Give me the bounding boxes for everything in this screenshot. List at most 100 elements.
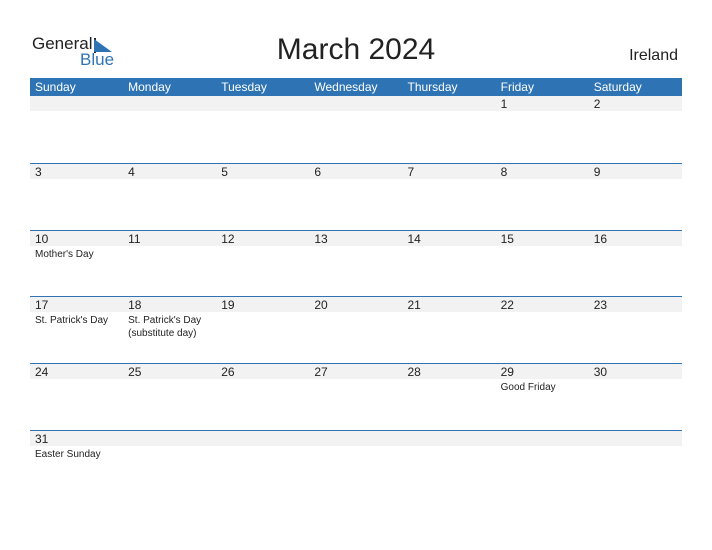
day-number: 9 xyxy=(593,164,601,179)
calendar-grid: 1 2 3 4 5 6 7 8 9 10 Mother's Day 11 12 13 14 15 16 17 St.… xyxy=(30,96,682,497)
day-number: 24 xyxy=(35,365,49,380)
day-number: 1 xyxy=(500,97,508,111)
holiday-label: St. Patrick's Day (substitute day) xyxy=(128,314,201,340)
week-row: 17 St. Patrick's Day 18 St. Patrick's Day (s… xyxy=(30,296,682,363)
day-cell: 3 xyxy=(30,164,123,230)
day-number: 16 xyxy=(593,231,608,246)
day-number: 29 xyxy=(500,365,514,380)
weekday-sunday: Sunday xyxy=(35,80,76,94)
day-number: 31 xyxy=(35,431,49,446)
day-cell: 2 xyxy=(589,96,682,163)
weekday-thursday: Thursday xyxy=(407,80,458,94)
day-cell xyxy=(309,431,402,497)
day-cell: 9 xyxy=(589,164,682,230)
day-cell: 8 xyxy=(496,164,589,230)
day-number: 4 xyxy=(128,164,135,179)
day-number: 3 xyxy=(35,164,42,179)
weekday-monday: Monday xyxy=(128,80,171,94)
holiday-name: Mother's Day xyxy=(35,248,94,260)
week-row: 3 4 5 6 7 8 9 xyxy=(30,162,682,230)
week-row: 10 Mother's Day 11 12 13 14 15 16 xyxy=(30,229,682,297)
day-cell: 13 xyxy=(309,231,402,297)
holiday-label: St. Patrick's Day xyxy=(35,314,108,327)
holiday-name: Good Friday xyxy=(500,382,556,394)
day-cell: 25 xyxy=(123,364,216,430)
day-number: 5 xyxy=(221,164,228,179)
day-number: 26 xyxy=(221,365,235,380)
holiday-note: (substitute day) xyxy=(128,328,197,340)
day-cell xyxy=(30,96,123,163)
day-number: 21 xyxy=(407,298,421,313)
day-number: 8 xyxy=(500,164,508,179)
day-number: 30 xyxy=(593,365,608,380)
day-cell xyxy=(216,431,309,497)
country-label: Ireland xyxy=(629,47,678,64)
day-cell: 20 xyxy=(309,297,402,363)
day-cell xyxy=(589,431,682,497)
day-cell: 1 xyxy=(496,96,589,163)
day-cell: 12 xyxy=(216,231,309,297)
day-number: 13 xyxy=(314,231,328,246)
week-row: 12 xyxy=(30,96,682,163)
day-number: 27 xyxy=(314,365,328,380)
day-number: 19 xyxy=(221,298,235,313)
day-cell: 18 St. Patrick's Day (substitute day) xyxy=(123,297,216,363)
day-number: 18 xyxy=(128,298,142,313)
day-number: 23 xyxy=(593,298,608,313)
day-number: 17 xyxy=(35,298,49,313)
day-cell: 7 xyxy=(403,164,496,230)
holiday-label: Mother's Day xyxy=(35,248,94,261)
weekday-friday: Friday xyxy=(500,80,534,94)
holiday-label: Good Friday xyxy=(501,381,556,394)
day-cell: 24 xyxy=(30,364,123,430)
day-cell: 22 xyxy=(496,297,589,363)
week-row: 24 25 26 27 28 29 Good Friday 30 xyxy=(30,363,682,430)
day-cell: 27 xyxy=(309,364,402,430)
day-cell xyxy=(496,431,589,497)
day-cell: 5 xyxy=(216,164,309,230)
day-cell: 23 xyxy=(589,297,682,363)
day-cell xyxy=(403,431,496,497)
day-number: 6 xyxy=(314,164,322,179)
day-cell: 11 xyxy=(123,231,216,297)
week-row: 31 Easter Sunday xyxy=(30,429,682,497)
day-cell xyxy=(216,96,309,163)
day-cell: 26 xyxy=(216,364,309,430)
day-cell xyxy=(403,96,496,163)
holiday-name: St. Patrick's Day xyxy=(128,315,202,327)
day-number: 14 xyxy=(407,231,421,246)
day-cell: 21 xyxy=(403,297,496,363)
day-cell: 4 xyxy=(123,164,216,230)
day-cell: 31 Easter Sunday xyxy=(30,431,123,497)
holiday-name: St. Patrick's Day xyxy=(35,315,109,327)
day-number: 28 xyxy=(407,365,421,380)
day-number: 10 xyxy=(35,231,49,246)
day-cell xyxy=(309,96,402,163)
day-cell: 10 Mother's Day xyxy=(30,231,123,297)
day-cell: 15 xyxy=(496,231,589,297)
day-number: 11 xyxy=(128,231,141,246)
day-cell xyxy=(123,96,216,163)
day-cell: 19 xyxy=(216,297,309,363)
day-cell: 17 St. Patrick's Day xyxy=(30,297,123,363)
day-cell xyxy=(123,431,216,497)
weekday-saturday: Saturday xyxy=(593,80,642,94)
day-cell: 28 xyxy=(403,364,496,430)
day-number: 25 xyxy=(128,365,142,380)
weekday-header: Sunday Monday Tuesday Wednesday Thursday… xyxy=(30,78,682,96)
weekday-wednesday: Wednesday xyxy=(314,80,378,94)
day-number: 20 xyxy=(314,298,328,313)
day-cell: 16 xyxy=(589,231,682,297)
day-cell: 14 xyxy=(403,231,496,297)
day-number: 22 xyxy=(500,298,514,313)
day-cell: 6 xyxy=(309,164,402,230)
day-cell: 30 xyxy=(589,364,682,430)
holiday-label: Easter Sunday xyxy=(35,448,101,461)
day-number: 7 xyxy=(407,164,415,179)
day-number: 12 xyxy=(221,231,235,246)
weekday-tuesday: Tuesday xyxy=(221,80,267,94)
day-cell: 29 Good Friday xyxy=(496,364,589,430)
page-title: March 2024 xyxy=(276,33,436,66)
holiday-name: Easter Sunday xyxy=(35,448,101,460)
day-number: 15 xyxy=(500,231,514,246)
